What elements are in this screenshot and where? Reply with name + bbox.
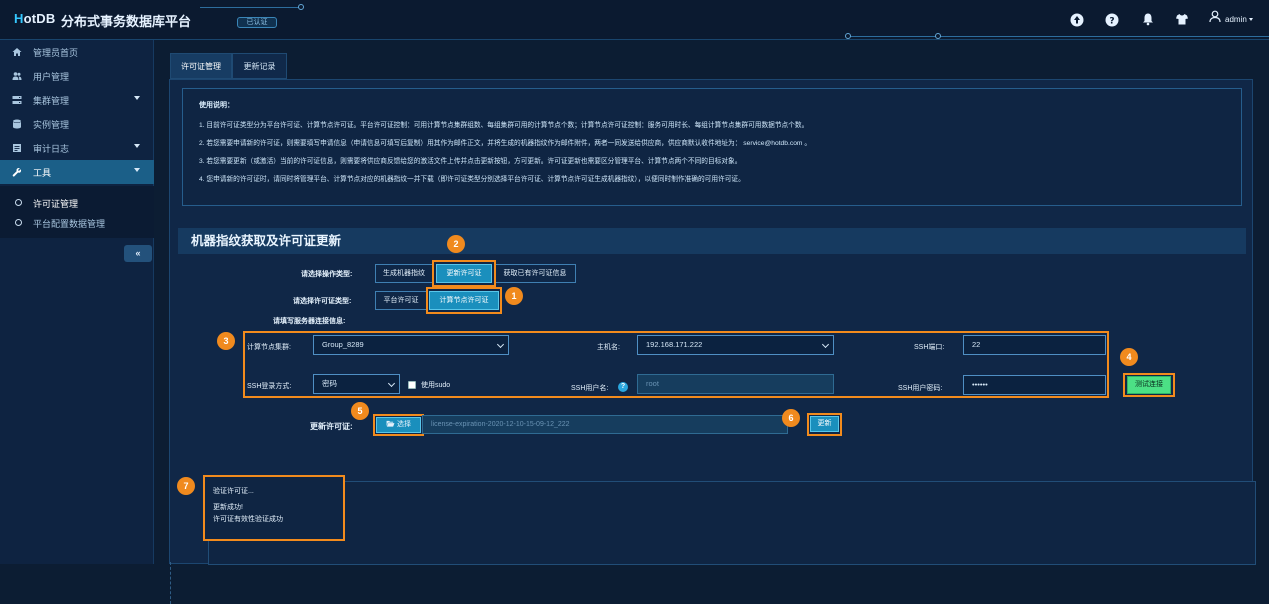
license-file-input[interactable]: license-expiration-2020-12-10-15-09-12_2… bbox=[422, 415, 788, 434]
test-connection-button[interactable]: 测试连接 bbox=[1127, 376, 1171, 394]
cluster-select[interactable]: Group_8289 bbox=[313, 335, 509, 355]
get-license-info-button[interactable]: 获取已有许可证信息 bbox=[494, 264, 576, 283]
annotation-badge-7: 7 bbox=[177, 477, 195, 495]
submenu-item-platform-config[interactable]: 平台配置数据管理 bbox=[0, 212, 154, 232]
annotation-badge-5: 5 bbox=[351, 402, 369, 420]
ssh-port-input[interactable]: 22 bbox=[963, 335, 1106, 355]
sidebar-item-user-management[interactable]: 用户管理 bbox=[0, 64, 154, 88]
chevron-down-icon bbox=[134, 168, 140, 172]
log-icon bbox=[13, 144, 21, 152]
header-decoration-dot bbox=[298, 4, 304, 10]
annotation-badge-1: 1 bbox=[505, 287, 523, 305]
result-line: 许可证有效性验证成功 bbox=[213, 516, 283, 523]
notice-line: 2. 若您需要申请新的许可证，则需要填写申请信息（申请信息可填写后复制）用其作为… bbox=[199, 140, 812, 147]
help-icon[interactable]: ? bbox=[1105, 13, 1119, 27]
sidebar-item-cluster-management[interactable]: 集群管理 bbox=[0, 88, 154, 112]
sidebar-collapse-button[interactable]: « bbox=[124, 245, 152, 262]
upload-icon[interactable] bbox=[1070, 13, 1084, 27]
login-method-label: SSH登录方式: bbox=[247, 383, 292, 390]
sidebar-item-audit-log[interactable]: 审计日志 bbox=[0, 136, 154, 160]
sidebar-item-admin-home[interactable]: 管理员首页 bbox=[0, 40, 154, 64]
wrench-icon bbox=[12, 168, 22, 177]
generate-fingerprint-button[interactable]: 生成机器指纹 bbox=[375, 264, 433, 283]
database-icon bbox=[13, 119, 21, 129]
ssh-password-label: SSH用户密码: bbox=[898, 385, 943, 392]
annotation-badge-2: 2 bbox=[447, 235, 465, 253]
svg-text:?: ? bbox=[1109, 17, 1114, 27]
chevron-down-icon bbox=[134, 144, 140, 148]
submenu-item-license-management[interactable]: 许可证管理 bbox=[0, 192, 154, 212]
circle-icon bbox=[15, 219, 22, 226]
app-logo[interactable]: HotDB bbox=[14, 11, 55, 26]
sidebar-item-tools[interactable]: 工具 bbox=[0, 160, 154, 184]
bell-icon[interactable] bbox=[1141, 12, 1155, 26]
notice-line: 1. 目前许可证类型分为平台许可证、计算节点许可证。平台许可证控制：可用计算节点… bbox=[199, 122, 809, 129]
license-type-label: 请选择许可证类型: bbox=[293, 298, 352, 305]
user-avatar-icon[interactable] bbox=[1209, 10, 1221, 23]
update-license-label: 更新许可证: bbox=[310, 422, 353, 431]
users-icon bbox=[12, 72, 22, 80]
ssh-password-input[interactable]: •••••• bbox=[963, 375, 1106, 395]
theme-shirt-icon[interactable] bbox=[1175, 12, 1189, 26]
chevron-down-icon bbox=[496, 340, 505, 349]
chevron-down-icon bbox=[821, 340, 830, 349]
operation-type-label: 请选择操作类型: bbox=[301, 271, 353, 278]
notice-line: 3. 若您需要更新（或激活）当前的许可证信息，则需要将供应商反馈给您的激活文件上… bbox=[199, 158, 742, 165]
update-button[interactable]: 更新 bbox=[810, 416, 839, 432]
validation-result-box: 验证许可证... 更新成功! 许可证有效性验证成功 bbox=[203, 475, 345, 541]
conn-info-label: 请填写服务器连接信息: bbox=[273, 318, 346, 325]
header-decoration-line bbox=[850, 36, 1269, 37]
tab-license-management[interactable]: 许可证管理 bbox=[170, 53, 232, 79]
sidebar-item-instance-management[interactable]: 实例管理 bbox=[0, 112, 154, 136]
host-select[interactable]: 192.168.171.222 bbox=[637, 335, 834, 355]
result-line: 验证许可证... bbox=[213, 488, 254, 495]
header-decoration-line bbox=[200, 7, 302, 8]
panel-divider bbox=[170, 562, 171, 604]
annotation-badge-4: 4 bbox=[1120, 348, 1138, 366]
header-decoration-dot bbox=[935, 33, 941, 39]
annotation-badge-6: 6 bbox=[782, 409, 800, 427]
main-content: 许可证管理 更新记录 使用说明： 1. 目前许可证类型分为平台许可证、计算节点许… bbox=[155, 40, 1269, 604]
chevron-down-icon bbox=[387, 379, 396, 388]
notice-line: 4. 您申请新的许可证时，请同时将管理平台、计算节点对应的机器指纹一并下载（即许… bbox=[199, 176, 745, 183]
tools-submenu: 许可证管理 平台配置数据管理 bbox=[0, 186, 154, 238]
cluster-icon bbox=[12, 96, 22, 104]
usage-notice: 使用说明： 1. 目前许可证类型分为平台许可证、计算节点许可证。平台许可证控制：… bbox=[182, 88, 1242, 206]
top-header: HotDB 分布式事务数据库平台 已认证 ? admin bbox=[0, 0, 1269, 40]
license-panel: 使用说明： 1. 目前许可证类型分为平台许可证、计算节点许可证。平台许可证控制：… bbox=[169, 79, 1256, 604]
notice-title: 使用说明： bbox=[199, 102, 234, 109]
sidebar: 管理员首页 用户管理 集群管理 实例管理 审计日志 工具 许可证管理 平台配置数… bbox=[0, 40, 154, 564]
chevron-down-icon bbox=[134, 96, 140, 100]
help-icon[interactable]: ? bbox=[618, 382, 628, 392]
use-sudo-checkbox[interactable] bbox=[408, 381, 416, 389]
annotation-box-1 bbox=[426, 287, 502, 314]
annotation-box-2 bbox=[432, 260, 496, 287]
cluster-label: 计算节点集群: bbox=[247, 344, 291, 351]
login-method-select[interactable]: 密码 bbox=[313, 374, 400, 394]
home-icon bbox=[12, 48, 22, 56]
choose-file-button[interactable]: 选择 bbox=[376, 417, 421, 433]
result-line: 更新成功! bbox=[213, 504, 243, 511]
user-menu[interactable]: admin bbox=[1225, 15, 1254, 24]
auth-status-badge: 已认证 bbox=[237, 17, 277, 28]
use-sudo-label: 使用sudo bbox=[421, 382, 451, 389]
ssh-user-label: SSH用户名: bbox=[571, 385, 609, 392]
host-label: 主机名: bbox=[597, 344, 620, 351]
chevron-down-icon bbox=[1249, 18, 1254, 22]
header-decoration-dot bbox=[845, 33, 851, 39]
ssh-port-label: SSH端口: bbox=[914, 344, 945, 351]
app-title: 分布式事务数据库平台 bbox=[61, 14, 192, 29]
tab-update-records[interactable]: 更新记录 bbox=[232, 53, 287, 79]
ssh-user-input[interactable]: root bbox=[637, 374, 834, 394]
folder-open-icon bbox=[386, 420, 395, 427]
output-log-area bbox=[208, 481, 1256, 565]
annotation-badge-3: 3 bbox=[217, 332, 235, 350]
circle-icon bbox=[15, 199, 22, 206]
platform-license-button[interactable]: 平台许可证 bbox=[375, 291, 427, 310]
section-title: 机器指纹获取及许可证更新 bbox=[178, 228, 1246, 254]
